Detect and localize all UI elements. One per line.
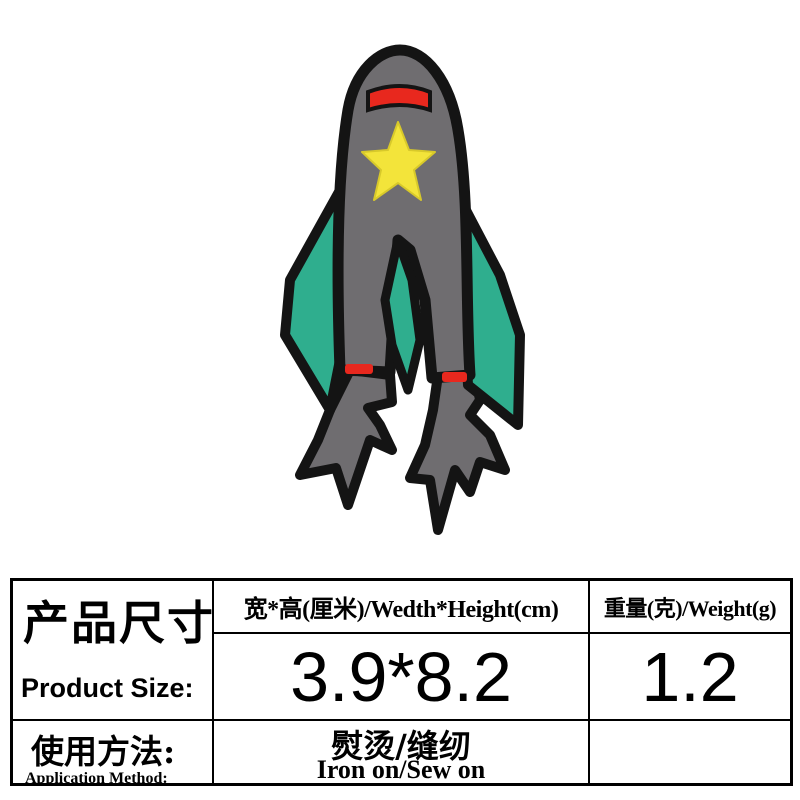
right-nozzle-band — [442, 372, 467, 382]
application-method-value-cell: 熨烫/缝纫 Iron on/Sew on — [214, 721, 590, 783]
left-fin — [280, 185, 345, 415]
application-method-label-en: Application Method: — [25, 770, 168, 783]
product-size-label-cn: 产品尺寸 — [23, 596, 214, 650]
weight-header: 重量(克)/Weight(g) — [590, 581, 790, 634]
product-size-label-cell: 产品尺寸 Product Size: — [13, 581, 214, 721]
spec-table: 产品尺寸 Product Size: 宽*高(厘米)/Wedth*Height(… — [10, 578, 793, 786]
product-size-label-en: Product Size: — [21, 673, 194, 703]
application-method-value-en: Iron on/Sew on — [316, 755, 486, 783]
rocket-patch-illustration — [280, 44, 525, 535]
dimension-header: 宽*高(厘米)/Wedth*Height(cm) — [214, 581, 590, 634]
application-method-label-cell: 使用方法: Application Method: — [13, 721, 214, 783]
product-image — [0, 0, 800, 575]
weight-value: 1.2 — [590, 634, 790, 721]
left-nozzle-band — [345, 364, 373, 374]
empty-cell — [590, 721, 790, 783]
nose-band — [366, 84, 432, 113]
dimension-value: 3.9*8.2 — [214, 634, 590, 721]
application-method-label-cn: 使用方法: — [31, 732, 176, 771]
